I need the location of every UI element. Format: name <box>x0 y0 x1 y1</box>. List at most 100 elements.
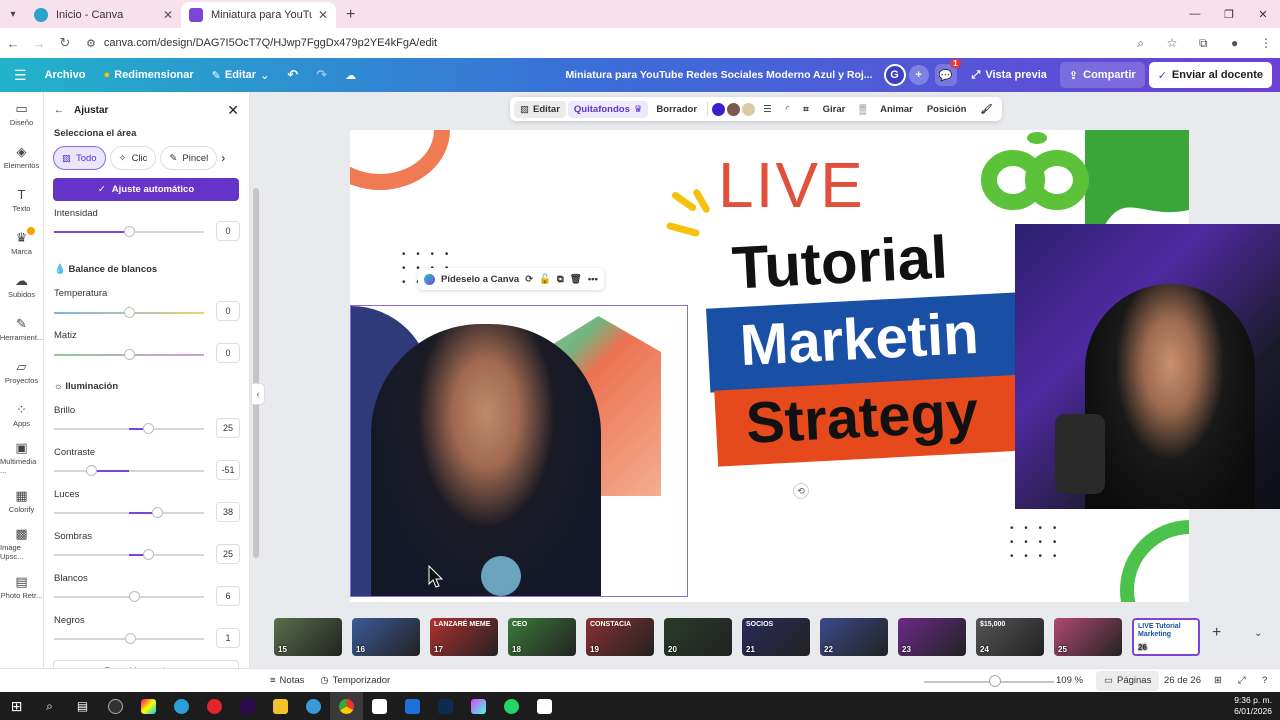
search-icon[interactable]: ⌕ <box>33 692 66 720</box>
add-page-button[interactable]: + <box>1212 624 1221 642</box>
strategy-heading[interactable]: Strategy <box>744 378 979 457</box>
rail-item-tools[interactable]: ✎ Herramient... <box>0 307 43 350</box>
ai-app-icon[interactable] <box>462 692 495 720</box>
pages-button[interactable]: ▭ Páginas <box>1096 670 1160 691</box>
windows-start-icon[interactable]: ⊞ <box>0 692 33 720</box>
minimize-icon[interactable]: — <box>1178 0 1212 28</box>
avatar[interactable]: G <box>883 64 906 86</box>
chevron-down-icon[interactable]: ⌄ <box>1254 628 1262 639</box>
mail-icon[interactable] <box>396 692 429 720</box>
close-icon[interactable]: ✕ <box>318 8 328 22</box>
close-icon[interactable]: ✕ <box>163 8 173 22</box>
marketing-heading[interactable]: Marketin <box>738 300 980 379</box>
adjust-slider[interactable] <box>54 633 204 644</box>
selected-photo[interactable] <box>350 305 688 597</box>
share-button[interactable]: ⇪ Compartir <box>1059 62 1145 88</box>
menu-icon[interactable]: ⋮ <box>1252 36 1280 50</box>
page-count[interactable]: 26 de 26 <box>1156 675 1209 686</box>
rail-item-design[interactable]: ▭ Diseño <box>0 92 43 135</box>
telegram-icon[interactable] <box>297 692 330 720</box>
rail-item-text[interactable]: T Texto <box>0 178 43 221</box>
mode-click-button[interactable]: ✧ Clic <box>109 146 157 170</box>
lock-icon[interactable]: 🔓 <box>539 274 551 285</box>
tint-slider[interactable] <box>54 349 204 360</box>
zoom-slider-knob[interactable] <box>989 675 1001 687</box>
more-icon[interactable]: ••• <box>588 274 598 285</box>
rail-item-upscaler[interactable]: ▩ Image Upsc... <box>0 522 43 565</box>
rail-item-media[interactable]: ▣ Multimedia ... <box>0 436 43 479</box>
hamburger-icon[interactable]: ☰ <box>0 67 36 84</box>
paint-format-icon[interactable]: 🖌 <box>974 101 998 118</box>
restore-icon[interactable]: ❐ <box>1212 0 1246 28</box>
slider-value[interactable]: 38 <box>216 502 240 522</box>
adjust-slider[interactable] <box>54 549 204 560</box>
reload-icon[interactable]: ↻ <box>52 35 78 51</box>
send-to-teacher-button[interactable]: ✓ Enviar al docente <box>1148 62 1272 88</box>
bookmark-star-icon[interactable]: ☆ <box>1158 36 1186 50</box>
zoom-icon[interactable]: ⌕ <box>1127 36 1155 51</box>
temperature-slider[interactable] <box>54 307 204 318</box>
color-swatch[interactable] <box>727 102 741 116</box>
page-thumbnail[interactable]: LIVE Tutorial Marketing 26 <box>1132 618 1200 656</box>
premiere-icon[interactable] <box>231 692 264 720</box>
extensions-icon[interactable]: ⧉ <box>1189 36 1217 51</box>
transparency-icon[interactable]: ▒ <box>853 101 872 118</box>
page-thumbnail[interactable]: CEO 18 <box>508 618 576 656</box>
refresh-icon[interactable]: ⟳ <box>525 274 533 285</box>
intensity-slider[interactable] <box>54 226 204 237</box>
resize-button[interactable]: ● Redimensionar <box>95 69 203 81</box>
tutorial-heading[interactable]: Tutorial <box>730 222 949 302</box>
page-thumbnail[interactable]: LANZARÉ MEME 17 <box>430 618 498 656</box>
close-panel-icon[interactable]: ✕ <box>227 102 239 119</box>
tab-search-dropdown[interactable]: ▾ <box>0 0 26 28</box>
redo-icon[interactable]: ↷ <box>307 67 336 83</box>
opera-icon[interactable] <box>198 692 231 720</box>
panel-scrollbar[interactable] <box>253 188 259 558</box>
color-swatch[interactable] <box>712 102 726 116</box>
cloud-sync-icon[interactable]: ☁ <box>336 69 365 82</box>
bg-remover-button[interactable]: Quitafondos ♛ <box>567 100 649 118</box>
document-title[interactable]: Miniatura para YouTube Redes Sociales Mo… <box>556 69 880 81</box>
rail-item-apps[interactable]: ⁘ Apps <box>0 393 43 436</box>
rotate-handle-icon[interactable]: ⟲ <box>793 483 809 499</box>
forward-icon[interactable]: → <box>26 36 52 51</box>
browser-tab[interactable]: Inicio - Canva ✕ <box>26 2 181 28</box>
rail-item-uploads[interactable]: ☁ Subidos <box>0 264 43 307</box>
chrome-icon[interactable] <box>330 692 363 720</box>
grid-view-icon[interactable]: ⊞ <box>1206 675 1230 686</box>
rail-item-brand[interactable]: ♛ Marca <box>0 221 43 264</box>
temperature-value[interactable]: 0 <box>216 301 240 321</box>
rail-item-projects[interactable]: ▱ Proyectos <box>0 350 43 393</box>
collapse-panel-button[interactable]: ‹ <box>251 383 265 405</box>
notes-button[interactable]: ≡ Notas <box>0 675 312 686</box>
url-field[interactable]: ⚙ canva.com/design/DAG7I5OcT7Q/HJwp7FggD… <box>86 31 1121 55</box>
comments-icon[interactable]: 💬 1 <box>934 59 961 86</box>
undo-icon[interactable]: ↶ <box>278 67 307 83</box>
border-style-icon[interactable]: ☰ <box>757 101 778 118</box>
adjust-slider[interactable] <box>54 423 204 434</box>
file-explorer-icon[interactable] <box>264 692 297 720</box>
crop-icon[interactable]: ⌗ <box>797 101 814 118</box>
fullscreen-icon[interactable]: ⤢ <box>1230 675 1254 686</box>
rail-item-elements[interactable]: ◈ Elementos <box>0 135 43 178</box>
chevron-right-icon[interactable]: › <box>221 146 225 170</box>
rail-item-photo-retro[interactable]: ▤ Photo Retr... <box>0 565 43 608</box>
animate-button[interactable]: Animar <box>874 101 919 118</box>
file-menu[interactable]: Archivo <box>36 69 95 81</box>
slider-value[interactable]: 25 <box>216 544 240 564</box>
corner-rounding-icon[interactable]: ◜ <box>780 101 796 118</box>
page-thumbnail[interactable]: 25 <box>1054 618 1122 656</box>
edge-icon[interactable] <box>165 692 198 720</box>
rail-item-colorify[interactable]: ▦ Colorify <box>0 479 43 522</box>
flip-button[interactable]: Girar <box>817 101 852 118</box>
position-button[interactable]: Posición <box>921 101 973 118</box>
color-swatch[interactable] <box>742 102 756 116</box>
duplicate-icon[interactable]: ⧉ <box>557 274 564 285</box>
adjust-slider[interactable] <box>54 465 204 476</box>
slider-value[interactable]: 1 <box>216 628 240 648</box>
auto-adjust-button[interactable]: ✓ Ajuste automático <box>53 178 239 201</box>
page-thumbnail[interactable]: SOCIOS 21 <box>742 618 810 656</box>
tint-value[interactable]: 0 <box>216 343 240 363</box>
capcut-alt-icon[interactable] <box>528 692 561 720</box>
intensity-value[interactable]: 0 <box>216 221 240 241</box>
